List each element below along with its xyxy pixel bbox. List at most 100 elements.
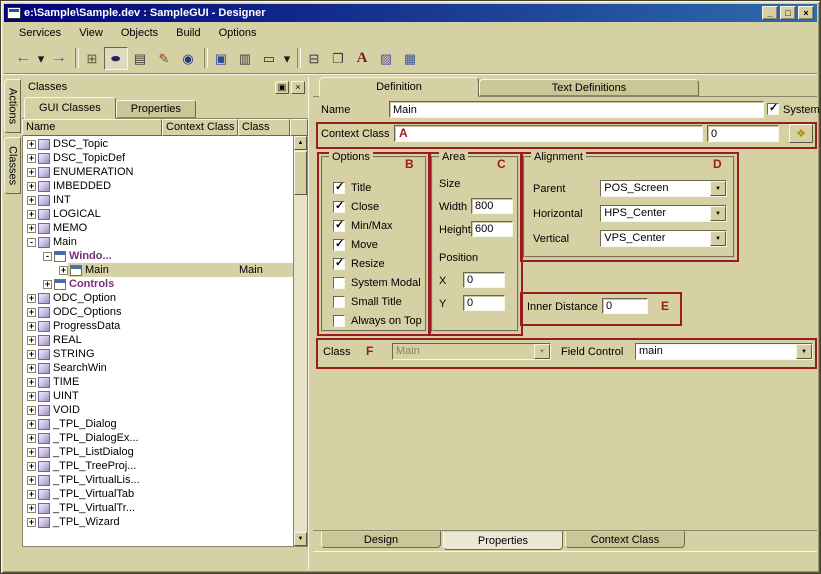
- back-button[interactable]: ←: [11, 47, 35, 70]
- tree-expander[interactable]: [27, 504, 36, 513]
- close-panel-button[interactable]: ×: [291, 81, 305, 94]
- column-header[interactable]: Context Class: [162, 119, 238, 136]
- tree-item[interactable]: MEMO: [23, 221, 293, 235]
- design-mode-button[interactable]: ●: [104, 47, 128, 70]
- scrollbar-thumb[interactable]: [294, 151, 307, 195]
- tree-expander[interactable]: [27, 420, 36, 429]
- horizontal-select[interactable]: HPS_Center ▼: [600, 205, 727, 222]
- maximize-button[interactable]: □: [780, 6, 796, 20]
- tree-expander[interactable]: [27, 336, 36, 345]
- tree-expander[interactable]: [27, 434, 36, 443]
- tree-item[interactable]: TIME: [23, 375, 293, 389]
- tree-expander[interactable]: [27, 322, 36, 331]
- height-input[interactable]: [471, 221, 513, 237]
- x-input[interactable]: [463, 272, 505, 288]
- tree-expander[interactable]: [27, 392, 36, 401]
- image-button[interactable]: ▨: [374, 47, 398, 70]
- tree-expander[interactable]: [27, 224, 36, 233]
- combo-field-button[interactable]: ▭: [257, 47, 281, 70]
- column-header[interactable]: Name: [22, 119, 162, 136]
- globe-button[interactable]: ◉: [176, 47, 200, 70]
- tree-expander[interactable]: [27, 490, 36, 499]
- tree-item[interactable]: LOGICAL: [23, 207, 293, 221]
- width-input[interactable]: [471, 198, 513, 214]
- move-checkbox[interactable]: [333, 239, 345, 251]
- tree-expander[interactable]: [27, 448, 36, 457]
- tree-item[interactable]: STRING: [23, 347, 293, 361]
- tab-properties[interactable]: Properties: [116, 100, 196, 118]
- tree-item[interactable]: REAL: [23, 333, 293, 347]
- tree-item[interactable]: Windo...: [23, 249, 293, 263]
- tree-item[interactable]: _TPL_ListDialog: [23, 445, 293, 459]
- resize-checkbox[interactable]: [333, 258, 345, 270]
- inner-distance-input[interactable]: [602, 298, 648, 314]
- minimize-button[interactable]: _: [762, 6, 778, 20]
- tree-expander[interactable]: [27, 154, 36, 163]
- tree-expander[interactable]: [43, 280, 52, 289]
- tree-item[interactable]: IMBEDDED: [23, 179, 293, 193]
- context-class-input[interactable]: [394, 125, 703, 142]
- back-history-dropdown[interactable]: ▾: [35, 47, 47, 70]
- tree-expander[interactable]: [27, 378, 36, 387]
- column-header[interactable]: Class: [238, 119, 290, 136]
- tree-item[interactable]: Main Main: [23, 263, 293, 277]
- tree-item[interactable]: Controls: [23, 277, 293, 291]
- tree-expander[interactable]: [27, 238, 36, 247]
- tree-expander[interactable]: [27, 518, 36, 527]
- tree-expander[interactable]: [27, 196, 36, 205]
- tree-item[interactable]: UINT: [23, 389, 293, 403]
- small-title-checkbox[interactable]: [333, 296, 345, 308]
- vertical-select[interactable]: VPS_Center ▼: [600, 230, 727, 247]
- menu-objects[interactable]: Objects: [112, 25, 167, 41]
- tree-expander[interactable]: [27, 182, 36, 191]
- menu-view[interactable]: View: [70, 25, 112, 41]
- tree-item[interactable]: ProgressData: [23, 319, 293, 333]
- tree-item[interactable]: _TPL_Dialog: [23, 417, 293, 431]
- scrollbar-track[interactable]: [294, 195, 307, 532]
- dropdown-arrow-icon[interactable]: ▼: [796, 344, 812, 359]
- tree-item[interactable]: ODC_Option: [23, 291, 293, 305]
- menu-services[interactable]: Services: [10, 25, 70, 41]
- tree-item[interactable]: VOID: [23, 403, 293, 417]
- tree-item[interactable]: INT: [23, 193, 293, 207]
- tree-scrollbar[interactable]: ▲ ▼: [293, 136, 307, 546]
- name-input[interactable]: [389, 101, 764, 118]
- system-modal-checkbox[interactable]: [333, 277, 345, 289]
- tree-item[interactable]: _TPL_VirtualTr...: [23, 501, 293, 515]
- dropdown-arrow-icon[interactable]: ▼: [710, 181, 726, 196]
- font-button[interactable]: A: [350, 47, 374, 70]
- pin-button[interactable]: ▣: [275, 81, 289, 94]
- tree-item[interactable]: _TPL_TreeProj...: [23, 459, 293, 473]
- tree-expander[interactable]: [27, 462, 36, 471]
- scroll-up-button[interactable]: ▲: [294, 136, 307, 150]
- parent-select[interactable]: POS_Screen ▼: [600, 180, 727, 197]
- copy-button[interactable]: ❐: [326, 47, 350, 70]
- close-button[interactable]: ×: [798, 6, 814, 20]
- notebook-button[interactable]: ▤: [128, 47, 152, 70]
- menu-options[interactable]: Options: [210, 25, 266, 41]
- tree-item[interactable]: ODC_Options: [23, 305, 293, 319]
- table-button[interactable]: ▦: [398, 47, 422, 70]
- tree-item[interactable]: DSC_Topic: [23, 137, 293, 151]
- title-checkbox[interactable]: [333, 182, 345, 194]
- y-input[interactable]: [463, 295, 505, 311]
- class-hierarchy-button[interactable]: ⊞: [80, 47, 104, 70]
- tab-properties-bottom[interactable]: Properties: [443, 531, 563, 550]
- tree-expander[interactable]: [27, 406, 36, 415]
- tree-expander[interactable]: [27, 210, 36, 219]
- tree-item[interactable]: DSC_TopicDef: [23, 151, 293, 165]
- dropdown-arrow-icon[interactable]: ▼: [710, 206, 726, 221]
- system-checkbox[interactable]: [767, 103, 779, 115]
- tab-design[interactable]: Design: [321, 531, 441, 548]
- side-tab-actions[interactable]: Actions: [4, 79, 21, 133]
- print-button[interactable]: ⊟: [302, 47, 326, 70]
- always-on-top-checkbox[interactable]: [333, 315, 345, 327]
- tree-expander[interactable]: [27, 140, 36, 149]
- form-editor-button[interactable]: ✎: [152, 47, 176, 70]
- close-checkbox[interactable]: [333, 201, 345, 213]
- context-class-lookup-button[interactable]: ❖: [789, 124, 813, 143]
- tree-expander[interactable]: [59, 266, 68, 275]
- titlebar[interactable]: e:\Sample\Sample.dev : SampleGUI - Desig…: [4, 4, 817, 22]
- tree-item[interactable]: ENUMERATION: [23, 165, 293, 179]
- dropdown-arrow-icon[interactable]: ▼: [710, 231, 726, 246]
